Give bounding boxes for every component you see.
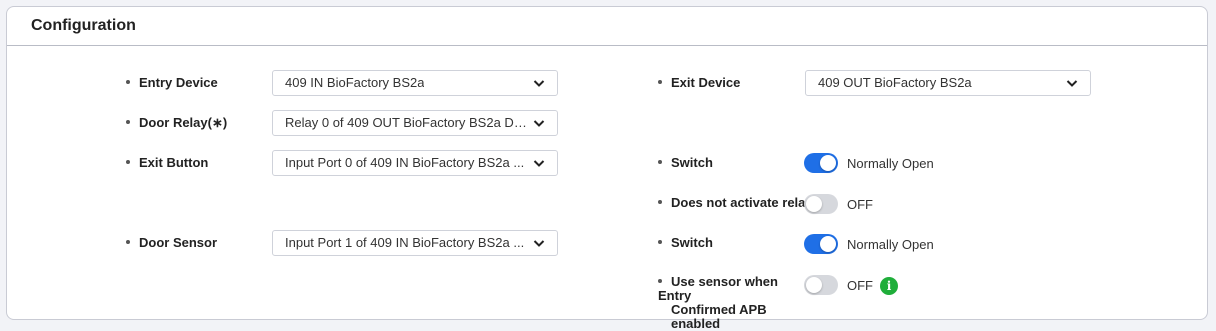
use-sensor-label-line2: Confirmed APB enabled [671,302,767,331]
door-relay-label: Door Relay(∗) [126,115,227,131]
door-sensor-switch-toggle[interactable] [804,234,838,254]
toggle-knob [806,196,822,212]
door-relay-value: Relay 0 of 409 OUT BioFactory BS2a De... [285,115,529,130]
bullet [658,239,662,244]
bullet [126,159,130,164]
toggle-knob [820,236,836,252]
entry-device-label-text: Entry Device [139,75,218,90]
does-not-activate-relay-text: OFF [847,197,873,212]
bullet [658,199,662,204]
exit-button-switch-label: Switch [658,155,713,170]
door-sensor-label: Door Sensor [126,235,217,250]
chevron-down-icon [1066,80,1078,87]
bullet [658,79,662,84]
use-sensor-label: Use sensor when Entry Confirmed APB enab… [658,275,808,331]
panel-title: Configuration [31,17,136,34]
use-sensor-label-line1: Use sensor when Entry [658,274,778,303]
chevron-down-icon [533,80,545,87]
exit-button-label: Exit Button [126,155,208,170]
bullet [126,239,130,244]
toggle-knob [806,277,822,293]
door-sensor-switch-label-text: Switch [671,235,713,250]
info-icon[interactable]: i [880,277,898,295]
door-relay-select[interactable]: Relay 0 of 409 OUT BioFactory BS2a De... [272,110,558,136]
exit-button-switch-toggle[interactable] [804,153,838,173]
exit-device-label-text: Exit Device [671,75,741,90]
bullet [658,278,662,283]
exit-device-label: Exit Device [658,75,740,90]
toggle-knob [820,155,836,171]
door-sensor-value: Input Port 1 of 409 IN BioFactory BS2a .… [285,235,525,250]
exit-device-select[interactable]: 409 OUT BioFactory BS2a [805,70,1091,96]
exit-button-select[interactable]: Input Port 0 of 409 IN BioFactory BS2a .… [272,150,558,176]
exit-device-value: 409 OUT BioFactory BS2a [818,75,972,90]
door-sensor-switch-text: Normally Open [847,237,934,252]
bullet [126,79,130,84]
use-sensor-text: OFF [847,278,873,293]
does-not-activate-relay-label-text: Does not activate rela [671,195,806,210]
bullet [658,159,662,164]
entry-device-label: Entry Device [126,75,218,90]
use-sensor-toggle[interactable] [804,275,838,295]
entry-device-value: 409 IN BioFactory BS2a [285,75,425,90]
exit-button-switch-text: Normally Open [847,156,934,171]
entry-device-select[interactable]: 409 IN BioFactory BS2a [272,70,558,96]
configuration-panel: Configuration Entry Device 409 IN BioFac… [6,6,1208,331]
door-sensor-label-text: Door Sensor [139,235,218,250]
exit-button-value: Input Port 0 of 409 IN BioFactory BS2a .… [285,155,525,170]
exit-button-switch-label-text: Switch [671,155,713,170]
does-not-activate-relay-label: Does not activate rela [658,195,806,210]
chevron-down-icon [533,120,545,127]
chevron-down-icon [533,240,545,247]
door-relay-label-text: Door Relay(∗) [139,115,228,130]
exit-button-label-text: Exit Button [139,155,209,170]
does-not-activate-relay-toggle[interactable] [804,194,838,214]
bullet [126,119,130,124]
door-sensor-select[interactable]: Input Port 1 of 409 IN BioFactory BS2a .… [272,230,558,256]
chevron-down-icon [533,160,545,167]
panel-header: Configuration [7,7,1207,46]
door-sensor-switch-label: Switch [658,235,713,250]
